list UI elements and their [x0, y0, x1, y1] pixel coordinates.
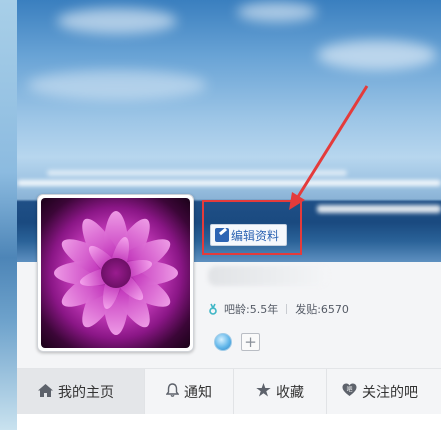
add-badge-button[interactable]: +: [241, 333, 260, 351]
tab-my-homepage[interactable]: 我的主页: [17, 369, 144, 415]
profile-stats: 吧龄:5.5年 发贴:6570: [208, 301, 349, 317]
member-badge-icon[interactable]: [214, 333, 232, 351]
tab-notifications[interactable]: 通知: [145, 369, 233, 415]
plus-icon: +: [244, 332, 257, 351]
tab-followed-bars[interactable]: 吧 关注的吧: [327, 369, 441, 415]
avatar[interactable]: [37, 194, 194, 352]
star-icon: [256, 383, 271, 401]
heart-icon: 吧: [342, 383, 357, 401]
svg-text:吧: 吧: [346, 386, 352, 393]
home-icon: [38, 383, 53, 401]
tab-favorites[interactable]: 收藏: [234, 369, 326, 415]
bar-age-text: 吧龄:5.5年: [224, 303, 279, 316]
bell-icon: [165, 383, 180, 401]
avatar-image: [41, 198, 190, 348]
tab-label: 收藏: [276, 385, 304, 401]
bar-age-icon: [209, 303, 217, 315]
tab-label: 通知: [184, 385, 212, 401]
profile-nav-tabs: 我的主页 通知 收藏 吧 关注的吧: [17, 368, 441, 415]
tab-label: 关注的吧: [362, 385, 418, 401]
tab-label: 我的主页: [58, 385, 114, 401]
page-background-strip: [0, 0, 17, 430]
edit-profile-label: 编辑资料: [231, 228, 280, 243]
stats-divider: [286, 304, 288, 314]
edit-icon: [215, 228, 229, 242]
username-blurred: [208, 266, 328, 286]
edit-profile-button[interactable]: 编辑资料: [210, 224, 287, 246]
post-count-text: 发贴:6570: [295, 303, 349, 316]
content-area: [17, 414, 441, 430]
